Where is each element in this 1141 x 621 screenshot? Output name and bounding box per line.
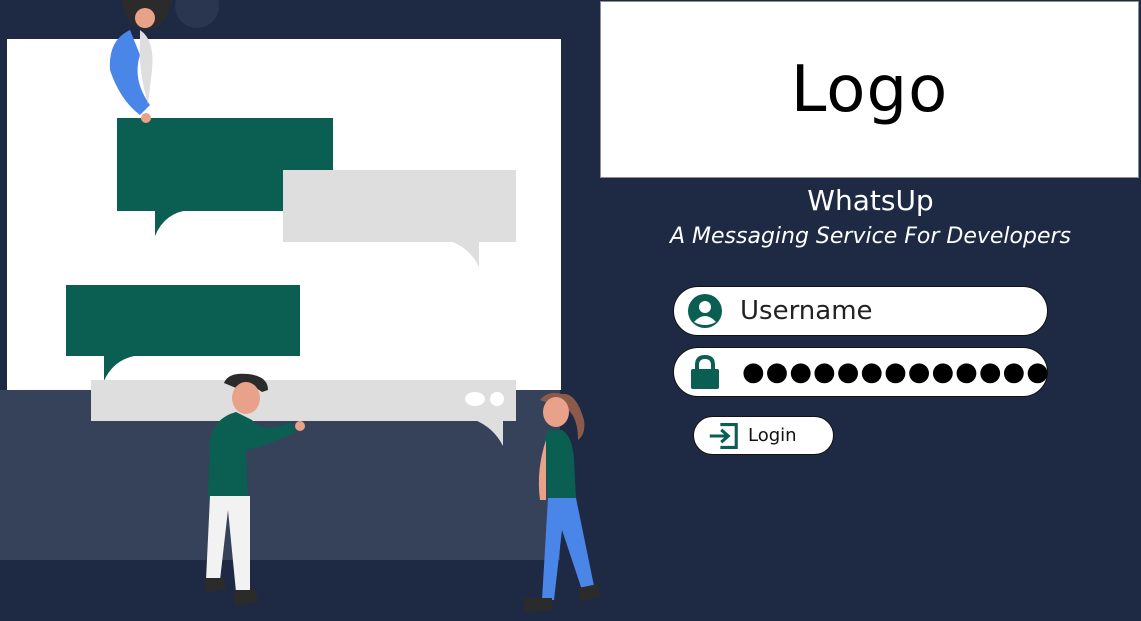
- user-icon: [688, 294, 722, 328]
- login-icon: [708, 421, 738, 451]
- typing-dot-2: [490, 392, 504, 406]
- typing-dot-1: [465, 392, 485, 406]
- logo-box: Logo: [600, 1, 1139, 178]
- username-field[interactable]: [673, 286, 1048, 336]
- password-input[interactable]: ●●●●●●●●●●●●●: [742, 357, 1050, 387]
- decor-circle: [175, 0, 219, 28]
- password-field[interactable]: ●●●●●●●●●●●●●: [673, 347, 1050, 397]
- lock-icon: [688, 354, 722, 389]
- login-button[interactable]: Login: [693, 416, 834, 455]
- chat-bubble-green-2: [66, 285, 300, 356]
- app-subtitle: A Messaging Service For Developers: [669, 224, 1071, 249]
- app-title: WhatsUp: [807, 184, 934, 217]
- username-input[interactable]: [738, 295, 1032, 327]
- chat-illustration: [0, 0, 600, 612]
- chat-bubble-grey-1: [283, 170, 516, 242]
- chat-bubble-grey-2: [91, 380, 516, 421]
- logo-text: Logo: [790, 52, 949, 127]
- login-button-label: Login: [748, 425, 797, 446]
